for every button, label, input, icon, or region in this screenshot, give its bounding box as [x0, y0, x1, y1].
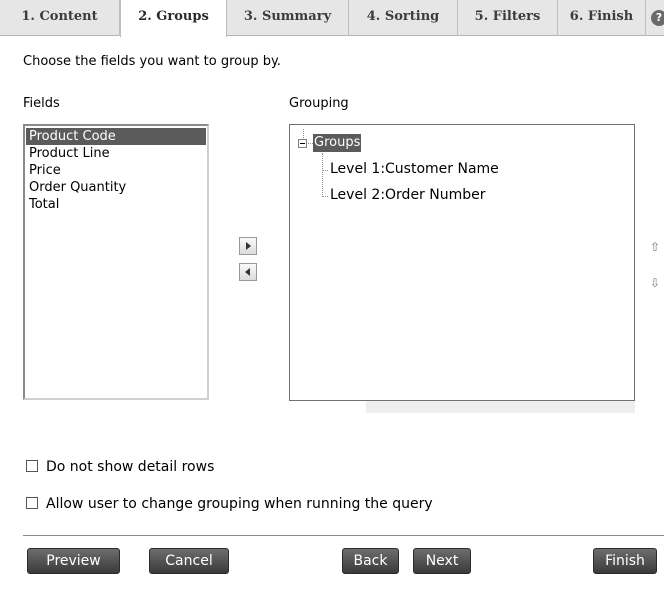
list-item[interactable]: Price [26, 162, 206, 179]
separator [23, 535, 664, 536]
tab-content[interactable]: 1. Content [0, 0, 120, 36]
tree-node-level-2[interactable]: Level 2:Order Number [330, 186, 486, 204]
list-item[interactable]: Total [26, 196, 206, 213]
grouping-label: Grouping [289, 96, 349, 111]
help-icon[interactable]: ? [651, 10, 664, 26]
fields-listbox[interactable]: Product Code Product Line Price Order Qu… [23, 124, 209, 400]
allow-change-grouping-option[interactable]: Allow user to change grouping when runni… [26, 496, 433, 512]
back-button[interactable]: Back [342, 548, 399, 574]
list-item[interactable]: Product Line [26, 145, 206, 162]
tab-sorting[interactable]: 4. Sorting [349, 0, 458, 36]
no-detail-rows-checkbox[interactable] [26, 460, 38, 472]
tree-scroll-area [366, 401, 635, 413]
collapse-icon[interactable] [298, 139, 307, 148]
grouping-tree[interactable]: Groups Level 1:Customer Name Level 2:Ord… [289, 124, 635, 401]
allow-change-grouping-label: Allow user to change grouping when runni… [46, 496, 433, 512]
fields-label: Fields [23, 96, 60, 111]
tab-groups[interactable]: 2. Groups [120, 0, 227, 37]
tree-connector [322, 153, 323, 197]
list-item[interactable]: Order Quantity [26, 179, 206, 196]
allow-change-grouping-checkbox[interactable] [26, 497, 38, 509]
no-detail-rows-label: Do not show detail rows [46, 459, 215, 475]
list-item[interactable]: Product Code [26, 128, 206, 145]
tab-finish[interactable]: 6. Finish [558, 0, 646, 36]
add-to-grouping-button[interactable] [239, 237, 257, 255]
tree-connector [322, 196, 328, 197]
tree-root-groups[interactable]: Groups [313, 134, 362, 152]
remove-from-grouping-button[interactable] [239, 263, 257, 281]
tree-connector [322, 170, 328, 171]
no-detail-rows-option[interactable]: Do not show detail rows [26, 459, 214, 475]
preview-button[interactable]: Preview [27, 548, 120, 574]
chevron-left-icon [245, 268, 250, 276]
finish-button[interactable]: Finish [593, 548, 657, 574]
move-down-icon[interactable]: ⇩ [649, 276, 661, 290]
wizard-tab-bar: 1. Content 2. Groups 3. Summary 4. Sorti… [0, 0, 664, 37]
tree-connector [303, 129, 304, 138]
tab-filters[interactable]: 5. Filters [458, 0, 558, 36]
next-button[interactable]: Next [413, 548, 471, 574]
tree-node-level-1[interactable]: Level 1:Customer Name [330, 160, 499, 178]
tab-summary[interactable]: 3. Summary [227, 0, 349, 36]
cancel-button[interactable]: Cancel [149, 548, 229, 574]
instruction-text: Choose the fields you want to group by. [23, 54, 281, 69]
move-up-icon[interactable]: ⇧ [649, 240, 661, 254]
chevron-right-icon [246, 242, 251, 250]
